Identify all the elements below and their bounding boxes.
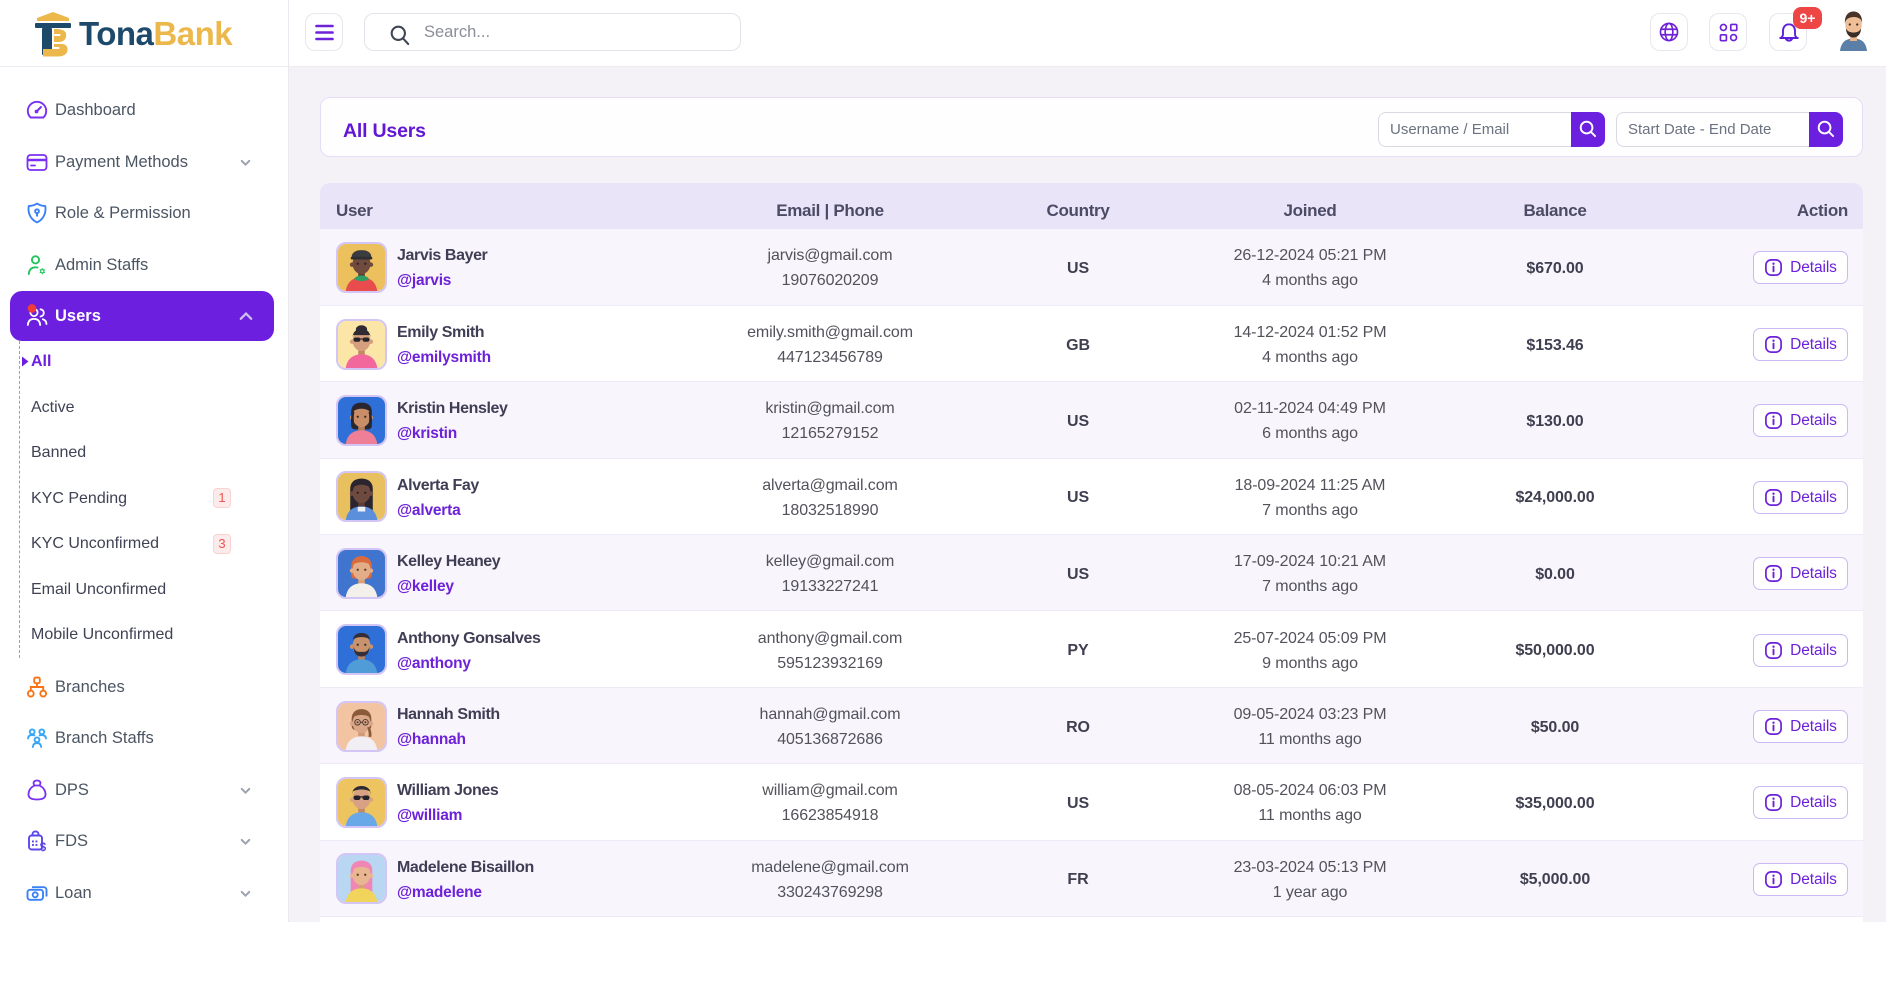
- svg-text:$: $: [40, 842, 47, 853]
- svg-text:TonaBank: TonaBank: [79, 15, 233, 52]
